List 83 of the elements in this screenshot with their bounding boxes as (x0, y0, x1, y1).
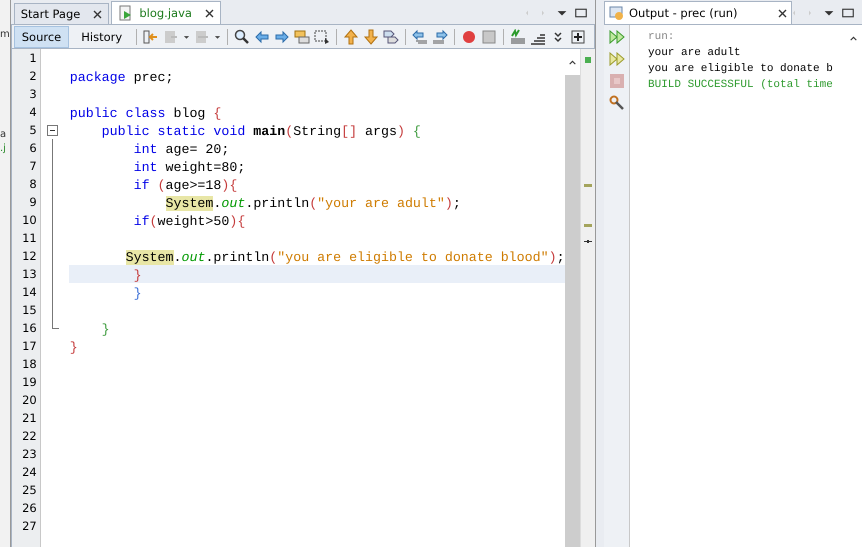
line-number: 2 (28, 68, 38, 85)
line-number: 26 (21, 500, 38, 517)
line-number: 4 (28, 104, 38, 121)
selection-icon[interactable] (314, 28, 330, 44)
code-line: } (70, 340, 78, 355)
code-line: System.out.println("you are eligible to donate blood"); (124, 250, 565, 265)
editor-tab[interactable]: Start Page (14, 3, 110, 24)
tab-label: blog.java (139, 6, 192, 20)
line-number: 20 (21, 392, 38, 409)
scrollbar-thumb[interactable] (564, 75, 580, 547)
line-number: 1 (28, 50, 38, 67)
line-number: 24 (21, 464, 38, 481)
line-number: 21 (21, 410, 38, 427)
line-number: 27 (21, 518, 38, 535)
shift-left-icon[interactable] (412, 28, 428, 44)
shift-right-icon[interactable] (432, 28, 448, 44)
line-number: 17 (21, 338, 38, 355)
arrow-left-icon[interactable] (254, 28, 270, 44)
output-window-icon (609, 5, 625, 21)
code-line: if (age>=18){ (132, 178, 238, 193)
line-number: 10 (21, 212, 38, 229)
comment-icon[interactable] (510, 28, 526, 44)
cut-off-text: a (0, 128, 6, 142)
output-tab[interactable]: Output - prec (run) (604, 1, 792, 24)
view-tab[interactable]: History (73, 26, 130, 48)
fast-forward-icon[interactable] (608, 51, 624, 67)
code-line: } (132, 286, 142, 301)
line-number: 12 (21, 248, 38, 265)
close-icon[interactable] (778, 8, 787, 18)
record-icon[interactable] (461, 28, 478, 44)
code-line: int age= 20; (132, 142, 230, 157)
stop-icon[interactable] (481, 28, 498, 44)
code-line: public class blog { (70, 106, 222, 121)
line-number: 13 (21, 266, 38, 283)
close-icon[interactable] (204, 8, 214, 18)
code-line: public static void main(String[] args) { (100, 124, 421, 139)
line-number: 14 (21, 284, 38, 301)
tab-label: Output - prec (run) (629, 6, 738, 20)
line-number: 8 (28, 176, 38, 193)
line-number: 11 (21, 230, 38, 247)
caret-position-icon (584, 240, 592, 243)
shapes-icon[interactable] (383, 28, 400, 44)
line-number: 3 (28, 86, 38, 103)
cut-off-text: m (0, 28, 10, 42)
line-number: 5 (28, 122, 38, 139)
close-icon[interactable] (93, 10, 102, 18)
fast-forward-icon[interactable] (608, 29, 624, 45)
line-number: 25 (21, 482, 38, 499)
back-arrow-icon[interactable] (143, 28, 160, 44)
occurrence-mark (584, 184, 592, 187)
code-line: System.out.println("your are adult"); (164, 196, 461, 211)
arrow-down-icon[interactable] (363, 28, 380, 44)
stack-icon[interactable] (294, 28, 310, 44)
expand-icon[interactable] (570, 28, 586, 44)
arrow-right-icon[interactable] (274, 28, 290, 44)
tab-label: Start Page (20, 7, 80, 21)
code-line: int weight=80; (132, 160, 246, 175)
line-number: 6 (28, 140, 38, 157)
occurrence-mark (584, 224, 592, 227)
line-number: 23 (21, 446, 38, 463)
code-line: package prec; (70, 70, 174, 85)
line-number: 22 (21, 428, 38, 445)
line-number: 15 (21, 302, 38, 319)
line-number: 19 (21, 374, 38, 391)
view-tab[interactable]: Source (14, 26, 70, 48)
code-line: } (100, 322, 110, 337)
fold-end (52, 319, 59, 329)
arrow-up-icon[interactable] (343, 28, 360, 44)
output-line: you are eligible to donate b (648, 62, 834, 77)
line-number: 7 (28, 158, 38, 175)
output-line: your are adult (648, 46, 742, 61)
code-line: } (132, 268, 142, 283)
code-line: if(weight>50){ (132, 214, 246, 229)
line-number: 16 (21, 320, 38, 337)
editor-tab[interactable]: blog.java (111, 1, 221, 24)
collapse-icon[interactable] (46, 125, 58, 136)
output-line: run: (648, 30, 676, 45)
line-number: 18 (21, 356, 38, 373)
output-line: BUILD SUCCESSFUL (total time (648, 78, 834, 93)
line-number: 9 (28, 194, 38, 211)
status-ok-icon (584, 57, 591, 63)
search-icon[interactable] (234, 28, 250, 44)
cut-off-text: .j (0, 142, 6, 156)
